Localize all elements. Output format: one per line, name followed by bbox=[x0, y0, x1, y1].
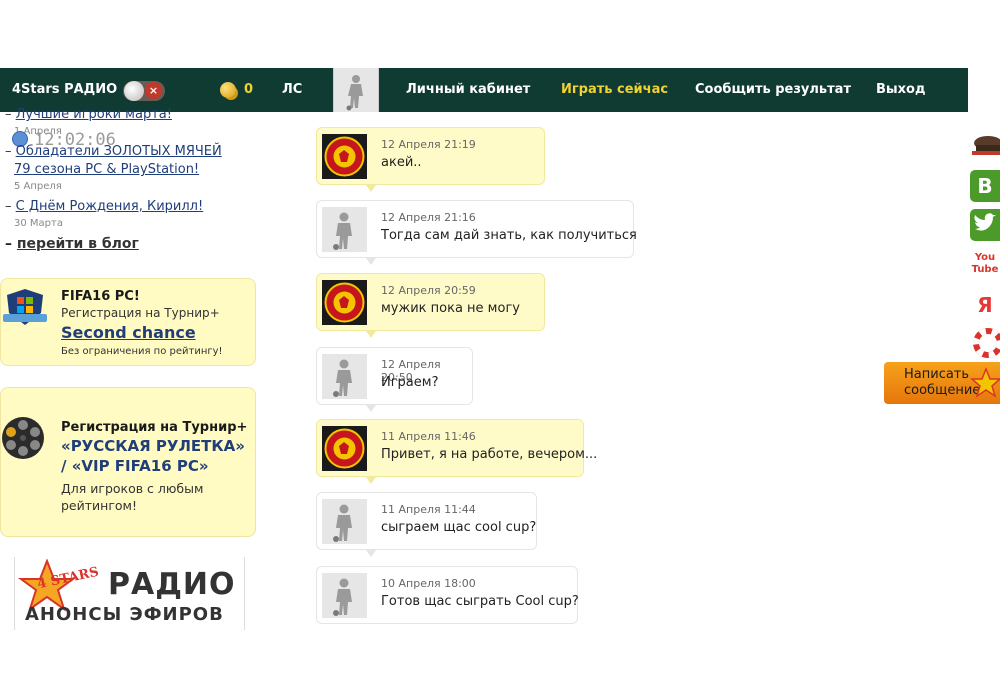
message-text: Готов щас сыграть Cool cup? bbox=[381, 594, 579, 609]
player-silhouette-avatar[interactable] bbox=[322, 207, 367, 252]
promo-title: FIFA16 PC! bbox=[61, 289, 140, 304]
bubble-tail bbox=[366, 405, 376, 412]
radio-label[interactable]: 4Stars РАДИО bbox=[12, 68, 117, 112]
message-text: сыграем щас cool cup? bbox=[381, 520, 537, 535]
player-silhouette-avatar[interactable] bbox=[322, 499, 367, 544]
private-messages-link[interactable]: ЛС bbox=[282, 68, 302, 112]
promo-card-russian-roulette[interactable]: Регистрация на Турнир+ «РУССКАЯ РУЛЕТКА»… bbox=[0, 387, 256, 537]
report-result-link[interactable]: Сообщить результат bbox=[695, 68, 851, 112]
star-icon bbox=[970, 367, 1000, 399]
radio-banner-title: РАДИО bbox=[108, 567, 236, 602]
message-bubble: 12 Апреля 20:50 Играем? bbox=[316, 347, 473, 405]
message-text: акей.. bbox=[381, 155, 422, 170]
radio-toggle[interactable]: × bbox=[123, 81, 165, 101]
player-silhouette-avatar[interactable] bbox=[322, 354, 367, 399]
news-link[interactable]: 79 сезона PC & PlayStation! bbox=[14, 162, 199, 177]
vk-icon[interactable]: B bbox=[970, 170, 1000, 202]
promo-subtitle: Регистрация на Турнир+ bbox=[61, 420, 248, 435]
bubble-tail bbox=[366, 550, 376, 557]
message-date: 10 Апреля 18:00 bbox=[381, 577, 476, 590]
news-item-line2: 79 сезона PC & PlayStation! bbox=[14, 162, 199, 177]
message-bubble: 12 Апреля 21:19 акей.. bbox=[316, 127, 545, 185]
lifebuoy-icon[interactable] bbox=[970, 327, 1000, 359]
blog-link-row: – перейти в блог bbox=[5, 236, 139, 252]
message-text: Тогда сам дай знать, как получиться bbox=[381, 228, 637, 243]
military-cap-icon[interactable] bbox=[970, 131, 1000, 163]
promo-link-line1[interactable]: «РУССКАЯ РУЛЕТКА» bbox=[61, 436, 245, 456]
go-to-blog-link[interactable]: перейти в блог bbox=[17, 236, 139, 252]
message-text: мужик пока не могу bbox=[381, 301, 520, 316]
message-date: 12 Апреля 20:59 bbox=[381, 284, 476, 297]
message-date: 12 Апреля 21:16 bbox=[381, 211, 476, 224]
news-item: – Обладатели ЗОЛОТЫХ МЯЧЕЙ bbox=[5, 144, 222, 159]
second-chance-link[interactable]: Second chance bbox=[61, 323, 196, 342]
promo-card-second-chance[interactable]: FIFA16 PC! Регистрация на Турнир+ Second… bbox=[0, 278, 256, 366]
manchester-united-avatar[interactable] bbox=[322, 134, 367, 179]
bubble-tail bbox=[366, 331, 376, 338]
bubble-tail bbox=[366, 477, 376, 484]
fifa-shield-icon bbox=[3, 289, 47, 325]
bubble-tail bbox=[366, 185, 376, 192]
message-text: Привет, я на работе, вечером... bbox=[381, 447, 598, 462]
close-icon: × bbox=[145, 82, 162, 99]
twitter-icon[interactable] bbox=[970, 209, 1000, 241]
message-date: 12 Апреля 21:19 bbox=[381, 138, 476, 151]
message-bubble: 11 Апреля 11:46 Привет, я на работе, вече… bbox=[316, 419, 597, 477]
player-silhouette-avatar[interactable] bbox=[322, 573, 367, 618]
coin-icon bbox=[220, 82, 236, 98]
promo-body-line1: Для игроков с любым bbox=[61, 481, 204, 496]
bubble-tail bbox=[366, 258, 376, 265]
news-item: – Лучшие игроки марта! bbox=[5, 107, 172, 122]
news-item: – С Днём Рождения, Кирилл! bbox=[5, 199, 204, 214]
news-link[interactable]: Лучшие игроки марта! bbox=[16, 107, 172, 122]
revolver-cylinder-icon bbox=[2, 417, 44, 459]
news-date: 30 Марта bbox=[14, 218, 63, 229]
radio-banner-subtitle: АНОНСЫ ЭФИРОВ bbox=[25, 604, 224, 625]
manchester-united-avatar[interactable] bbox=[322, 426, 367, 471]
radio-announcements-banner[interactable]: 4 STARS РАДИО АНОНСЫ ЭФИРОВ bbox=[14, 557, 245, 630]
logout-link[interactable]: Выход bbox=[876, 68, 925, 112]
radio-knob-icon bbox=[124, 81, 144, 101]
coin-count: 0 bbox=[244, 82, 254, 97]
promo-note: Без ограничения по рейтингу! bbox=[61, 346, 223, 357]
message-bubble: 12 Апреля 20:59 мужик пока не могу bbox=[316, 273, 545, 331]
play-now-link[interactable]: Играть сейчас bbox=[561, 68, 668, 112]
promo-body-line2: рейтингом! bbox=[61, 498, 137, 513]
personal-cabinet-link[interactable]: Личный кабинет bbox=[406, 68, 530, 112]
user-avatar[interactable] bbox=[333, 68, 379, 112]
message-bubble: 12 Апреля 21:16 Тогда сам дай знать, как … bbox=[316, 200, 637, 258]
news-link[interactable]: Обладатели ЗОЛОТЫХ МЯЧЕЙ bbox=[16, 144, 222, 159]
news-link[interactable]: С Днём Рождения, Кирилл! bbox=[16, 199, 204, 214]
youtube-icon[interactable]: You Tube bbox=[970, 248, 1000, 280]
promo-subtitle: Регистрация на Турнир+ bbox=[61, 306, 220, 320]
player-silhouette-icon bbox=[334, 68, 378, 112]
news-date: 5 Апреля bbox=[14, 181, 62, 192]
message-date: 11 Апреля 11:44 bbox=[381, 503, 476, 516]
message-bubble: 11 Апреля 11:44 сыграем щас cool cup? bbox=[316, 492, 537, 550]
message-text: Играем? bbox=[381, 375, 439, 390]
message-bubble: 10 Апреля 18:00 Готов щас сыграть Cool cu… bbox=[316, 566, 579, 624]
manchester-united-avatar[interactable] bbox=[322, 280, 367, 325]
promo-link-line2[interactable]: / «VIP FIFA16 PC» bbox=[61, 456, 209, 476]
yandex-icon[interactable]: Я bbox=[970, 289, 1000, 321]
message-date: 11 Апреля 11:46 bbox=[381, 430, 476, 443]
